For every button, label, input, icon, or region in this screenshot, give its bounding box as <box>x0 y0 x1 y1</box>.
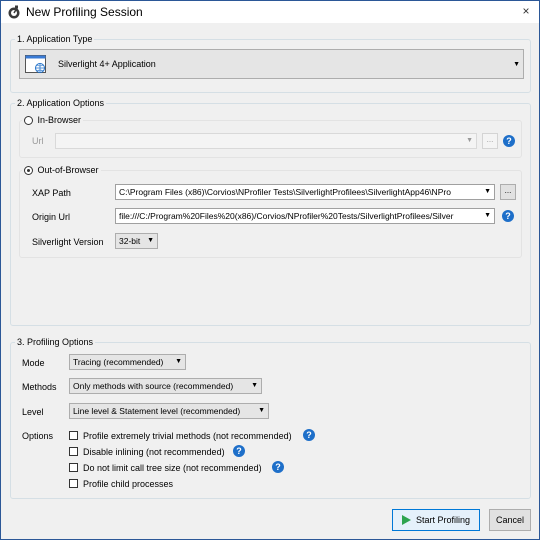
xap-path-value: C:\Program Files (x86)\Corvios\NProfiler… <box>119 187 451 197</box>
silverlight-version-label: Silverlight Version <box>32 237 104 247</box>
chevron-down-icon: ▼ <box>258 407 265 414</box>
chevron-down-icon: ▼ <box>466 137 473 144</box>
disable-inlining-help-icon[interactable]: ? <box>233 445 245 457</box>
origin-url-value: file:///C:/Program%20Files%20(x86)/Corvi… <box>119 211 454 221</box>
profile-trivial-methods-checkbox[interactable] <box>69 431 78 440</box>
chevron-down-icon: ▼ <box>482 185 491 199</box>
application-type-value: Silverlight 4+ Application <box>58 59 156 69</box>
profiler-app-icon <box>8 5 20 19</box>
application-type-title: 1. Application Type <box>17 34 93 44</box>
xap-path-input[interactable]: C:\Program Files (x86)\Corvios\NProfiler… <box>115 184 495 200</box>
play-icon <box>401 514 411 525</box>
chevron-down-icon: ▼ <box>175 358 182 365</box>
profile-trivial-methods-label[interactable]: Profile extremely trivial methods (not r… <box>83 431 292 441</box>
application-type-select[interactable]: Silverlight 4+ Application ▼ <box>19 49 524 79</box>
chevron-down-icon: ▼ <box>513 61 520 68</box>
out-of-browser-radio[interactable] <box>24 166 33 176</box>
out-of-browser-legend: Out-of-Browser <box>22 165 101 176</box>
dialog-window: New Profiling Session × 1. Application T… <box>0 0 540 540</box>
methods-label: Methods <box>22 382 57 392</box>
close-icon[interactable]: × <box>519 4 533 18</box>
url-browse-button[interactable]: ... <box>482 133 498 149</box>
window-title: New Profiling Session <box>26 5 143 19</box>
profile-child-processes-checkbox[interactable] <box>69 479 78 488</box>
url-label: Url <box>32 136 44 146</box>
url-input[interactable]: ▼ <box>55 133 477 149</box>
disable-inlining-label[interactable]: Disable inlining (not recommended) <box>83 447 225 457</box>
disable-inlining-checkbox[interactable] <box>69 447 78 456</box>
mode-value: Tracing (recommended) <box>73 357 164 367</box>
chevron-down-icon: ▼ <box>482 209 491 223</box>
chevron-down-icon: ▼ <box>251 382 258 389</box>
mode-label: Mode <box>22 358 45 368</box>
url-help-icon[interactable]: ? <box>503 135 515 147</box>
call-tree-help-icon[interactable]: ? <box>272 461 284 473</box>
out-of-browser-radio-label[interactable]: Out-of-Browser <box>38 165 99 175</box>
cancel-button[interactable]: Cancel <box>489 509 531 531</box>
origin-url-help-icon[interactable]: ? <box>502 210 514 222</box>
silverlight-app-icon <box>25 55 46 73</box>
title-bar: New Profiling Session × <box>1 1 539 23</box>
mode-select[interactable]: Tracing (recommended) ▼ <box>69 354 186 370</box>
trivial-methods-help-icon[interactable]: ? <box>303 429 315 441</box>
no-call-tree-limit-label[interactable]: Do not limit call tree size (not recomme… <box>83 463 262 473</box>
methods-value: Only methods with source (recommended) <box>73 381 234 391</box>
silverlight-version-select[interactable]: 32-bit ▼ <box>115 233 158 249</box>
in-browser-radio-label[interactable]: In-Browser <box>38 115 82 125</box>
chevron-down-icon: ▼ <box>147 237 154 244</box>
silverlight-version-value: 32-bit <box>119 236 141 246</box>
level-value: Line level & Statement level (recommende… <box>73 406 241 416</box>
start-profiling-button[interactable]: Start Profiling <box>392 509 480 531</box>
methods-select[interactable]: Only methods with source (recommended) ▼ <box>69 378 262 394</box>
level-label: Level <box>22 407 44 417</box>
options-label: Options <box>22 431 54 441</box>
xap-path-label: XAP Path <box>32 188 71 198</box>
level-select[interactable]: Line level & Statement level (recommende… <box>69 403 269 419</box>
radio-selected-dot <box>27 169 30 173</box>
in-browser-radio[interactable] <box>24 116 33 126</box>
profiling-options-title: 3. Profiling Options <box>17 337 94 347</box>
application-options-title: 2. Application Options <box>17 98 105 108</box>
start-profiling-label: Start Profiling <box>415 515 471 525</box>
no-call-tree-limit-checkbox[interactable] <box>69 463 78 472</box>
origin-url-label: Origin Url <box>32 212 71 222</box>
profile-child-processes-label[interactable]: Profile child processes <box>83 479 173 489</box>
xap-browse-button[interactable]: ... <box>500 184 516 200</box>
origin-url-input[interactable]: file:///C:/Program%20Files%20(x86)/Corvi… <box>115 208 495 224</box>
in-browser-legend: In-Browser <box>22 115 83 126</box>
